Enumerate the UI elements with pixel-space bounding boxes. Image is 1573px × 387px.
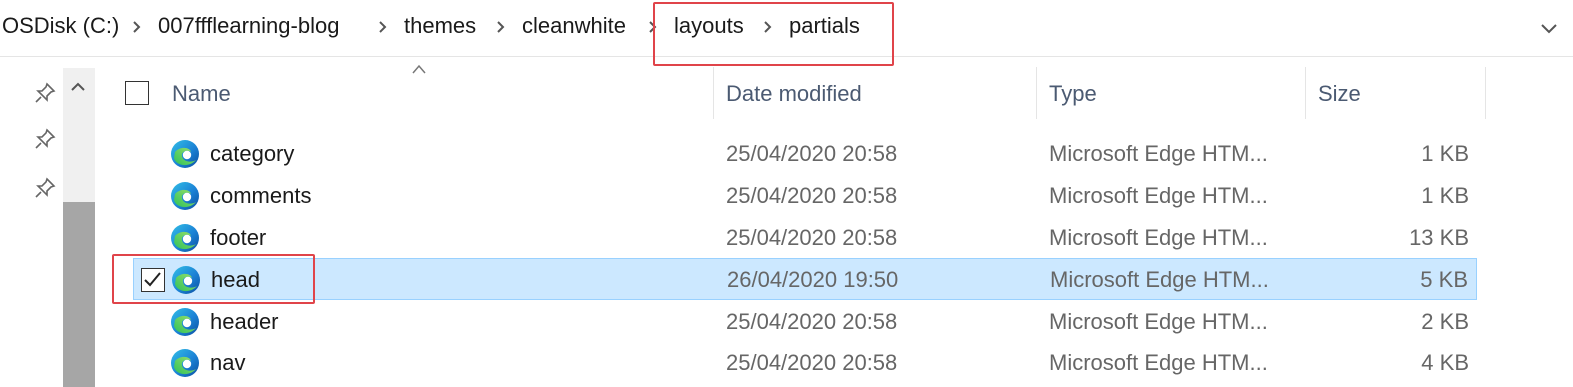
file-size: 4 KB: [1421, 350, 1469, 375]
column-header-type[interactable]: Type: [1049, 80, 1097, 108]
file-date-modified: 26/04/2020 19:50: [727, 267, 899, 292]
file-type: Microsoft Edge HTM...: [1049, 225, 1268, 250]
file-date-modified: 25/04/2020 20:58: [726, 225, 898, 250]
breadcrumb-highlight-box: [653, 2, 894, 66]
selected-file-highlight-box: [112, 254, 315, 304]
file-date-modified: 25/04/2020 20:58: [726, 141, 898, 166]
file-row-selected[interactable]: head 26/04/2020 19:50 Microsoft Edge HTM…: [133, 258, 1477, 300]
file-name: header: [210, 309, 279, 334]
file-type: Microsoft Edge HTM...: [1049, 350, 1268, 375]
file-name: footer: [210, 225, 267, 250]
column-header-size[interactable]: Size: [1318, 80, 1361, 108]
scroll-up-icon[interactable]: [66, 78, 90, 96]
file-row[interactable]: nav 25/04/2020 20:58 Microsoft Edge HTM.…: [133, 342, 1477, 384]
edge-html-file-icon: [169, 222, 201, 254]
chevron-down-icon[interactable]: [1539, 18, 1559, 38]
chevron-right-icon[interactable]: [376, 20, 390, 34]
file-type: Microsoft Edge HTM...: [1049, 309, 1268, 334]
breadcrumb-item-cleanwhite[interactable]: cleanwhite: [522, 12, 626, 40]
column-divider[interactable]: [713, 67, 714, 119]
chevron-right-icon[interactable]: [494, 20, 508, 34]
pin-icon[interactable]: [34, 128, 56, 150]
pin-icon[interactable]: [34, 82, 56, 104]
breadcrumb-item-blog[interactable]: 007ffflearning-blog: [158, 12, 339, 40]
select-all-checkbox[interactable]: [125, 81, 149, 105]
column-divider[interactable]: [1485, 67, 1486, 119]
file-name: nav: [210, 350, 246, 375]
file-size: 2 KB: [1421, 309, 1469, 334]
sort-ascending-icon: [410, 62, 428, 74]
edge-html-file-icon: [169, 138, 201, 170]
file-row[interactable]: header 25/04/2020 20:58 Microsoft Edge H…: [133, 301, 1477, 343]
column-divider[interactable]: [1305, 67, 1306, 119]
column-divider[interactable]: [1036, 67, 1037, 119]
breadcrumb-item-osdisk[interactable]: OSDisk (C:): [2, 12, 119, 40]
nav-scrollbar-thumb[interactable]: [63, 202, 95, 387]
file-type: Microsoft Edge HTM...: [1050, 267, 1269, 292]
file-name: category: [210, 141, 295, 166]
file-size: 1 KB: [1421, 183, 1469, 208]
pin-icon[interactable]: [34, 177, 56, 199]
edge-html-file-icon: [169, 180, 201, 212]
column-header-date-modified[interactable]: Date modified: [726, 80, 862, 108]
column-header-name[interactable]: Name: [172, 80, 231, 108]
file-row[interactable]: footer 25/04/2020 20:58 Microsoft Edge H…: [133, 217, 1477, 259]
file-type: Microsoft Edge HTM...: [1049, 183, 1268, 208]
chevron-right-icon[interactable]: [130, 20, 144, 34]
file-size: 5 KB: [1420, 267, 1468, 292]
file-date-modified: 25/04/2020 20:58: [726, 350, 898, 375]
file-size: 13 KB: [1409, 225, 1469, 250]
file-type: Microsoft Edge HTM...: [1049, 141, 1268, 166]
breadcrumb-item-themes[interactable]: themes: [404, 12, 476, 40]
file-date-modified: 25/04/2020 20:58: [726, 309, 898, 334]
edge-html-file-icon: [169, 306, 201, 338]
file-size: 1 KB: [1421, 141, 1469, 166]
file-date-modified: 25/04/2020 20:58: [726, 183, 898, 208]
file-row[interactable]: comments 25/04/2020 20:58 Microsoft Edge…: [133, 175, 1477, 217]
file-name: comments: [210, 183, 312, 208]
file-row[interactable]: category 25/04/2020 20:58 Microsoft Edge…: [133, 133, 1477, 175]
edge-html-file-icon: [169, 347, 201, 379]
